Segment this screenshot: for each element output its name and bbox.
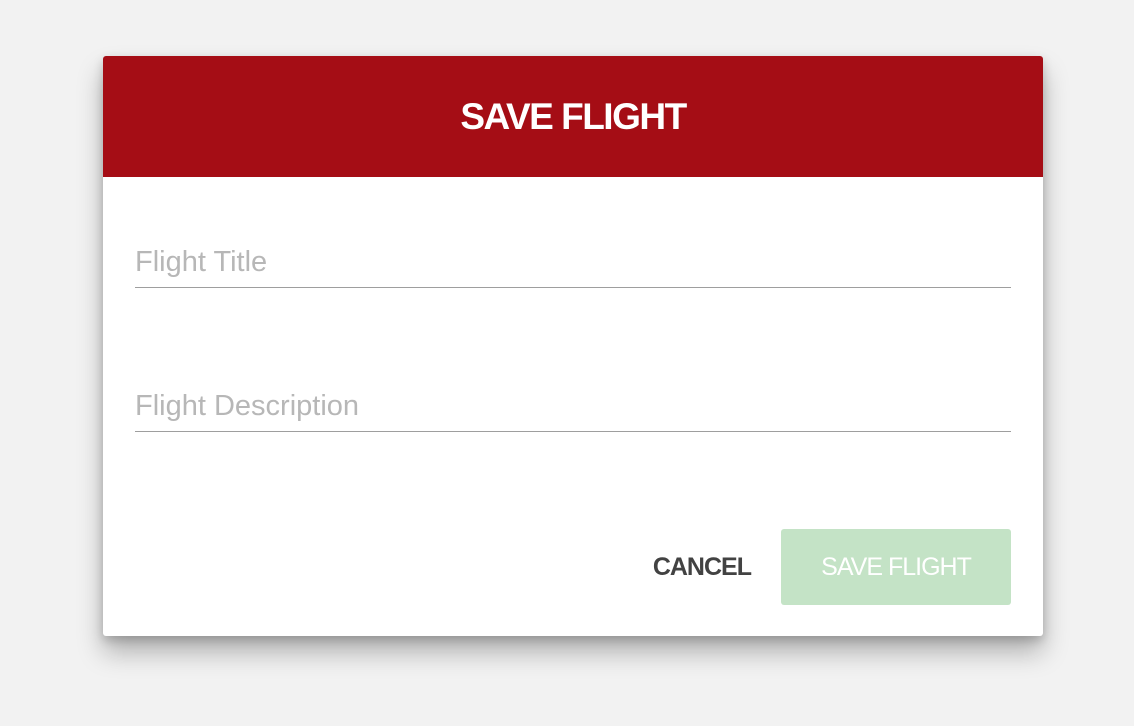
flight-title-field [135, 240, 1011, 288]
dialog-header: SAVE FLIGHT [103, 56, 1043, 177]
save-flight-button[interactable]: SAVE FLIGHT [781, 529, 1011, 605]
flight-description-field [135, 384, 1011, 432]
dialog-title: SAVE FLIGHT [460, 95, 687, 137]
flight-description-input[interactable] [135, 384, 1011, 432]
save-flight-dialog: SAVE FLIGHT CANCEL SAVE FLIGHT [103, 56, 1043, 636]
dialog-actions: CANCEL SAVE FLIGHT [637, 529, 1011, 605]
cancel-button[interactable]: CANCEL [637, 529, 767, 605]
flight-title-input[interactable] [135, 240, 1011, 288]
